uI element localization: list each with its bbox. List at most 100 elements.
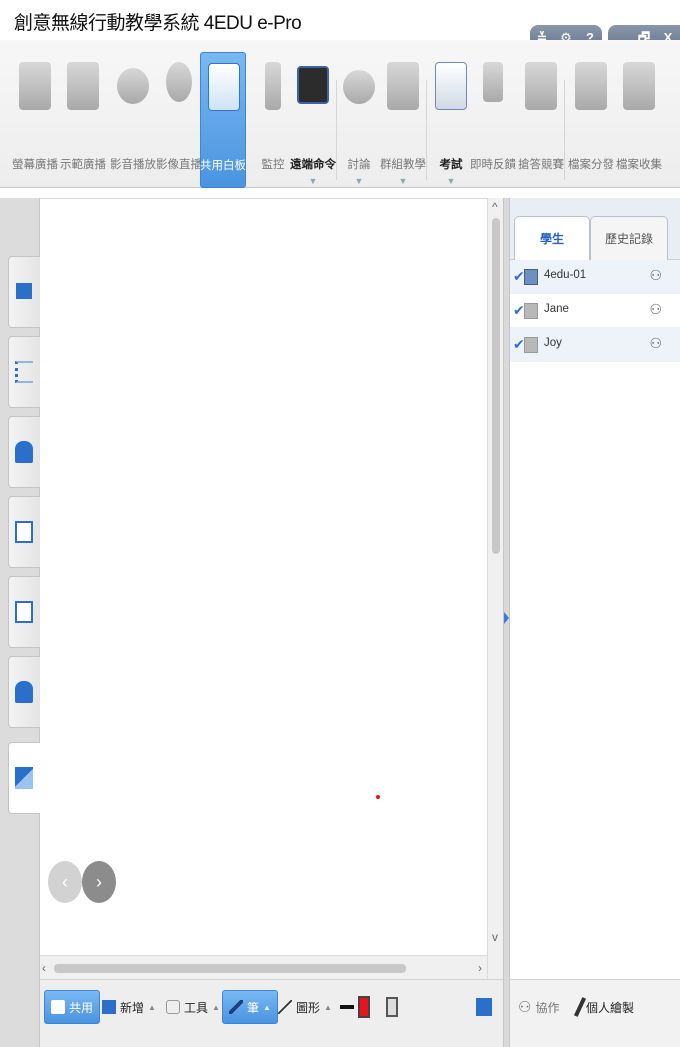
student-row[interactable]: ✔ Jane ⚇ bbox=[510, 294, 680, 328]
brush-icon bbox=[573, 997, 587, 1017]
line-width-icon bbox=[340, 1005, 354, 1009]
dropdown-arrow-icon[interactable]: ▲ bbox=[212, 1003, 220, 1012]
ribbon-button-live-video[interactable]: 影像直播 bbox=[156, 52, 202, 188]
pen-dot bbox=[376, 795, 380, 799]
personal-draw-label: 個人繪製 bbox=[586, 1000, 635, 1015]
collaborate-label: 協作 bbox=[535, 1000, 560, 1015]
personal-draw-button[interactable]: 個人繪製 bbox=[573, 990, 635, 1024]
student-checkbox[interactable]: ✔ bbox=[513, 269, 525, 283]
next-page-button[interactable]: › bbox=[82, 861, 116, 903]
file-send-icon bbox=[575, 62, 607, 110]
vertical-scrollbar[interactable]: ^ v bbox=[487, 198, 503, 979]
tab-exam[interactable] bbox=[8, 576, 40, 648]
tab-history[interactable]: 歷史記錄 bbox=[590, 216, 668, 260]
new-page-icon bbox=[102, 1000, 116, 1014]
ribbon-label: 檔案分發 bbox=[568, 159, 614, 171]
share-link-icon[interactable]: ⚇ bbox=[649, 267, 662, 284]
share-icon bbox=[51, 1000, 65, 1014]
shape-label: 圖形 bbox=[296, 1000, 321, 1015]
fit-screen-button[interactable] bbox=[476, 990, 492, 1024]
color-swatch-icon bbox=[358, 996, 370, 1018]
left-tab-strip bbox=[0, 198, 40, 1047]
student-row[interactable]: ✔ Joy ⚇ bbox=[510, 328, 680, 362]
pen-button[interactable]: 筆 ▲ bbox=[222, 990, 278, 1024]
student-avatar-icon bbox=[524, 303, 538, 319]
tab-list-view[interactable] bbox=[8, 336, 40, 408]
tab-grid-view[interactable] bbox=[8, 256, 40, 328]
tab-quiz-users[interactable] bbox=[8, 656, 40, 728]
ribbon-button-shared-whiteboard[interactable]: 共用白板 bbox=[200, 52, 246, 188]
line-width-button[interactable] bbox=[340, 990, 354, 1024]
dropdown-arrow-icon[interactable]: ▲ bbox=[324, 1003, 332, 1012]
app-title: 創意無線行動教學系統 4EDU e-Pro bbox=[14, 13, 302, 34]
ribbon-button-media-play[interactable]: 影音播放 bbox=[110, 52, 156, 188]
film-reel-icon bbox=[117, 68, 149, 104]
ribbon-button-file-distribute[interactable]: 檔案分發 bbox=[568, 52, 614, 188]
ribbon-button-quiz-contest[interactable]: 搶答競賽 bbox=[518, 52, 564, 188]
scroll-up-icon[interactable]: ^ bbox=[492, 200, 498, 214]
webcam-icon bbox=[166, 62, 192, 102]
ribbon-button-remote-command[interactable]: 遠端命令 ▼ bbox=[290, 52, 336, 188]
dropdown-arrow-icon: ▼ bbox=[354, 176, 364, 186]
tool-label: 工具 bbox=[184, 1000, 209, 1015]
ribbon-button-group-teaching[interactable]: 群組教學 ▼ bbox=[380, 52, 426, 188]
tab-documents[interactable] bbox=[8, 496, 40, 568]
monitor-icon bbox=[19, 62, 51, 110]
exam-clock-icon bbox=[15, 601, 33, 623]
ribbon-label: 群組教學 bbox=[380, 159, 426, 171]
vertical-scroll-thumb[interactable] bbox=[492, 218, 500, 554]
fit-screen-icon bbox=[476, 998, 492, 1016]
share-button[interactable]: 共用 bbox=[44, 990, 101, 1024]
dropdown-arrow-icon[interactable]: ▲ bbox=[148, 1003, 156, 1012]
ribbon-label: 共用白板 bbox=[200, 160, 246, 172]
dropdown-arrow-icon: ▼ bbox=[446, 176, 456, 186]
save-button[interactable] bbox=[386, 990, 398, 1024]
user-minus-icon bbox=[15, 441, 33, 463]
quiz-star-icon bbox=[525, 62, 557, 110]
horizontal-scrollbar[interactable]: ‹ › bbox=[40, 955, 487, 979]
student-checkbox[interactable]: ✔ bbox=[513, 303, 525, 317]
ribbon-label: 檔案收集 bbox=[616, 159, 662, 171]
title-bar: 創意無線行動教學系統 4EDU e-Pro ≚ ⚙ ? _ 🗗 X bbox=[0, 0, 680, 51]
new-page-button[interactable]: 新增 ▲ bbox=[102, 990, 156, 1024]
shape-button[interactable]: 圖形 ▲ bbox=[278, 990, 332, 1024]
ribbon-button-demo-broadcast[interactable]: 示範廣播 bbox=[60, 52, 106, 188]
pen-label: 筆 bbox=[247, 1000, 260, 1015]
terminal-icon bbox=[297, 66, 329, 104]
scroll-right-icon[interactable]: › bbox=[478, 961, 482, 975]
ribbon-button-file-collect[interactable]: 檔案收集 bbox=[616, 52, 662, 188]
student-panel-tabs: 學生 歷史記錄 bbox=[510, 198, 680, 260]
tool-button[interactable]: 工具 ▲ bbox=[166, 990, 220, 1024]
tab-whiteboard[interactable] bbox=[8, 742, 40, 814]
scroll-down-icon[interactable]: v bbox=[492, 930, 498, 944]
student-name: Jane bbox=[544, 303, 569, 315]
student-row[interactable]: ✔ 4edu-01 ⚇ bbox=[510, 260, 680, 294]
grid-view-icon bbox=[16, 283, 32, 299]
panel-bottom-toolbar: ⚇ 協作 個人繪製 bbox=[510, 979, 680, 1047]
scroll-left-icon[interactable]: ‹ bbox=[42, 961, 46, 975]
horizontal-scroll-thumb[interactable] bbox=[54, 964, 406, 973]
monitor-user-icon bbox=[265, 62, 281, 110]
hand-tool-icon bbox=[166, 1000, 180, 1014]
collaborate-button[interactable]: ⚇ 協作 bbox=[518, 990, 559, 1024]
tab-students[interactable]: 學生 bbox=[514, 216, 590, 260]
share-link-icon[interactable]: ⚇ bbox=[649, 301, 662, 318]
panel-splitter[interactable] bbox=[503, 198, 510, 1047]
tab-user-remove[interactable] bbox=[8, 416, 40, 488]
collaborate-icon: ⚇ bbox=[518, 999, 532, 1016]
share-label: 共用 bbox=[69, 1000, 94, 1015]
chat-bubbles-icon bbox=[343, 70, 375, 104]
dropdown-arrow-icon[interactable]: ▲ bbox=[263, 1003, 271, 1012]
student-name: Joy bbox=[544, 337, 562, 349]
ribbon-button-instant-feedback[interactable]: 即時反饋 bbox=[470, 52, 516, 188]
whiteboard-canvas[interactable]: ‹ › bbox=[40, 198, 487, 955]
list-view-icon bbox=[15, 361, 33, 383]
share-link-icon[interactable]: ⚇ bbox=[649, 335, 662, 352]
ribbon-toolbar: 螢幕廣播 示範廣播 影音播放 影像直播 共用白板 監控 遠端命令 ▼ 討論 ▼ … bbox=[0, 40, 680, 188]
pen-color-button[interactable] bbox=[358, 990, 370, 1024]
ribbon-label: 搶答競賽 bbox=[518, 159, 564, 171]
prev-page-button[interactable]: ‹ bbox=[48, 861, 82, 903]
presenter-icon bbox=[67, 62, 99, 110]
student-checkbox[interactable]: ✔ bbox=[513, 337, 525, 351]
ribbon-button-screen-broadcast[interactable]: 螢幕廣播 bbox=[12, 52, 58, 188]
